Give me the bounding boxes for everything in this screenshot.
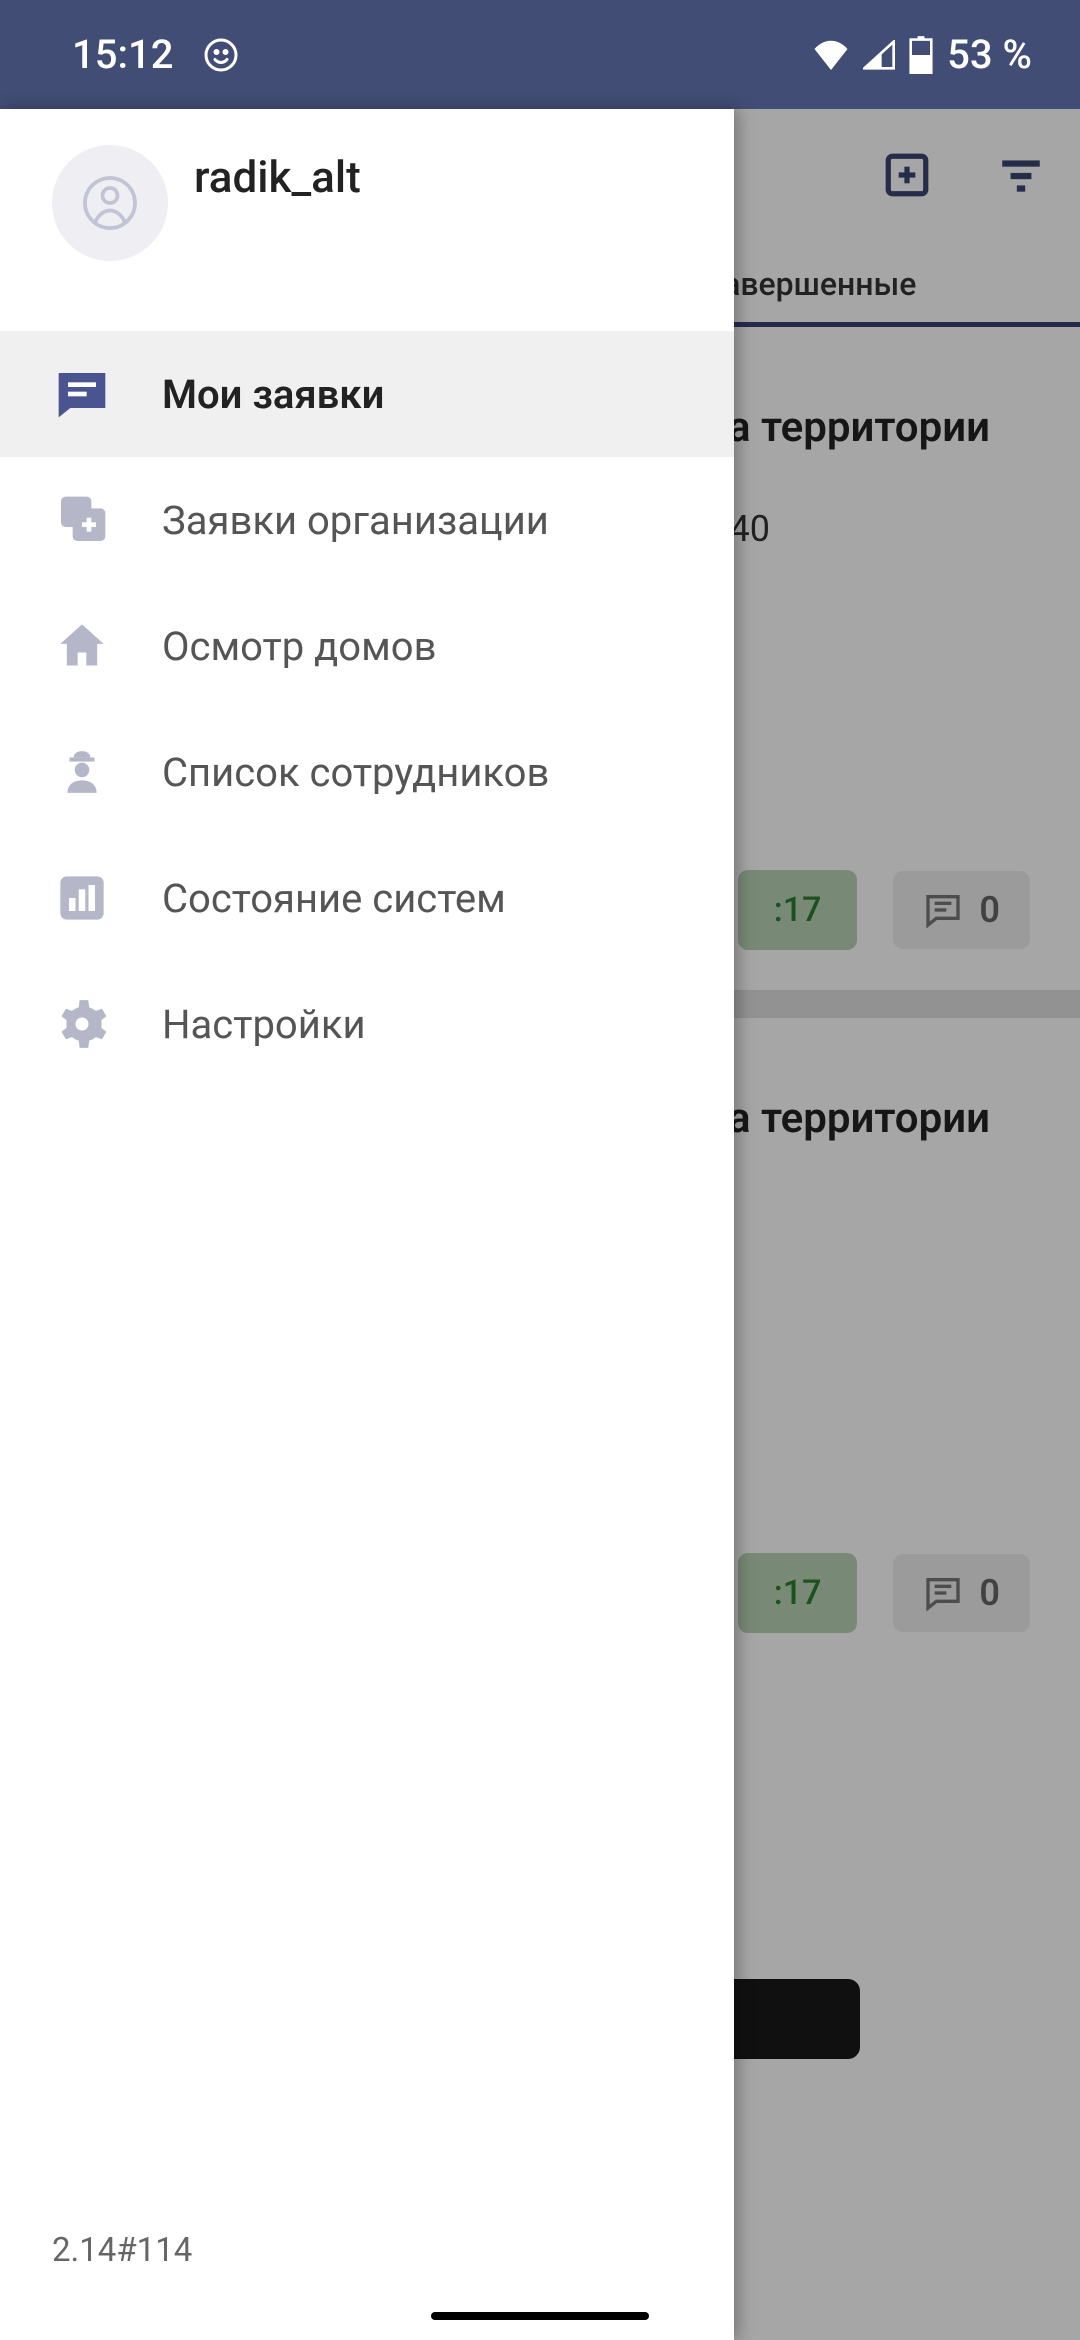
- nav-handle[interactable]: [431, 2312, 649, 2320]
- drawer-item-label: Настройки: [162, 1001, 366, 1048]
- drawer-item-system-status[interactable]: Состояние систем: [0, 835, 734, 961]
- status-bar: 15:12 53 %: [0, 0, 1080, 109]
- drawer-item-label: Заявки организации: [162, 497, 549, 544]
- home-icon: [52, 616, 112, 676]
- copy-plus-icon: [52, 490, 112, 550]
- drawer-item-org-requests[interactable]: Заявки организации: [0, 457, 734, 583]
- chart-icon: [52, 868, 112, 928]
- status-time: 15:12: [72, 31, 173, 78]
- face-icon: [203, 37, 239, 73]
- status-right: 53 %: [813, 31, 1032, 78]
- wifi-icon: [813, 40, 849, 70]
- status-left: 15:12: [72, 31, 239, 78]
- drawer-item-label: Осмотр домов: [162, 623, 436, 670]
- chat-icon: [52, 364, 112, 424]
- drawer-header[interactable]: radik_alt: [0, 109, 734, 331]
- gear-icon: [52, 994, 112, 1054]
- drawer-item-employees[interactable]: Список сотрудников: [0, 709, 734, 835]
- worker-icon: [52, 742, 112, 802]
- drawer-list: Мои заявки Заявки организации Осмотр дом…: [0, 331, 734, 2201]
- drawer-item-house-inspection[interactable]: Осмотр домов: [0, 583, 734, 709]
- navigation-drawer: radik_alt Мои заявки Заявки организации …: [0, 109, 734, 2340]
- drawer-item-label: Состояние систем: [162, 875, 506, 922]
- username: radik_alt: [194, 145, 361, 203]
- drawer-item-settings[interactable]: Настройки: [0, 961, 734, 1087]
- drawer-item-label: Список сотрудников: [162, 749, 549, 796]
- avatar: [52, 145, 168, 261]
- signal-icon: [863, 40, 895, 70]
- drawer-item-label: Мои заявки: [162, 371, 384, 418]
- battery-percent: 53 %: [947, 31, 1032, 78]
- battery-icon: [909, 36, 933, 74]
- drawer-item-my-requests[interactable]: Мои заявки: [0, 331, 734, 457]
